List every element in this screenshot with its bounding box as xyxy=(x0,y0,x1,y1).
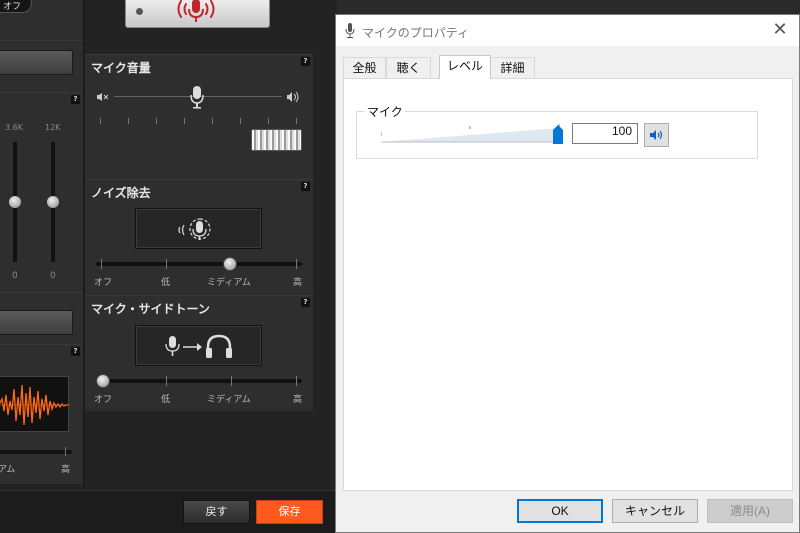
meter-tick xyxy=(184,118,185,124)
noise-reduction-thumb[interactable] xyxy=(223,257,237,271)
meter-tick xyxy=(156,118,157,124)
waveform-slider-track[interactable] xyxy=(0,450,72,454)
meter-tick xyxy=(296,118,297,124)
mic-volume-title: マイク音量 xyxy=(91,61,151,75)
noise-level-label: 低 xyxy=(161,278,171,288)
indicator-dot xyxy=(136,8,143,15)
off-toggle-label: オフ xyxy=(3,2,22,12)
help-icon[interactable]: ? xyxy=(71,347,80,356)
sidetone-level-label: 高 xyxy=(293,395,303,405)
mic-broadcast-icon xyxy=(177,0,215,22)
left-mid-button[interactable] xyxy=(0,310,73,335)
tab-general[interactable]: 全般 xyxy=(343,57,386,78)
mute-toggle-button[interactable] xyxy=(644,123,669,147)
left-top-button[interactable] xyxy=(0,50,73,75)
mic-icon xyxy=(190,86,204,109)
save-button[interactable]: 保存 xyxy=(256,500,323,524)
slider-tick xyxy=(101,259,102,269)
levels-tab-content: マイク 100 xyxy=(343,78,793,491)
waveform-graphic xyxy=(0,384,70,426)
speaker-loud-icon xyxy=(287,91,299,103)
dialog-title: マイクのプロパティ xyxy=(362,26,470,40)
apply-button[interactable]: 適用(A) xyxy=(707,499,793,523)
sidetone-track[interactable] xyxy=(96,379,302,383)
tab-levels[interactable]: レベル xyxy=(439,55,491,79)
eq-freq-label: 3.6K xyxy=(5,123,23,132)
noise-reduction-title: ノイズ除去 xyxy=(91,186,151,200)
cancel-button[interactable]: キャンセル xyxy=(612,499,698,523)
noise-reduction-track[interactable] xyxy=(96,262,302,266)
noise-level-label: ミディアム xyxy=(207,278,251,288)
mic-level-slider[interactable] xyxy=(381,124,567,146)
eq-value-label: 0 xyxy=(50,271,56,281)
mic-level-label: マイク xyxy=(365,103,405,120)
ok-button[interactable]: OK xyxy=(517,499,603,523)
mic-mute-button[interactable] xyxy=(125,0,270,28)
noise-level-label: 高 xyxy=(293,278,303,288)
tab-listen[interactable]: 聴く xyxy=(386,57,431,78)
waveform-level-label: アム xyxy=(0,465,16,475)
mic-volume-fill xyxy=(96,138,251,142)
sidetone-level-label: ミディアム xyxy=(207,395,251,405)
tab-advanced[interactable]: 詳細 xyxy=(490,57,535,78)
meter-tick xyxy=(100,118,101,124)
slider-tick xyxy=(166,376,167,386)
sidetone-thumb[interactable] xyxy=(96,374,110,388)
slider-tick xyxy=(296,376,297,386)
sidetone-box xyxy=(135,325,262,366)
eq-freq-label: 12K xyxy=(45,123,61,132)
meter-tick xyxy=(128,118,129,124)
speaker-icon xyxy=(650,130,663,140)
help-icon[interactable]: ? xyxy=(301,182,310,191)
help-icon[interactable]: ? xyxy=(301,298,310,307)
eq-value-label: 0 xyxy=(12,271,18,281)
mic-to-headphones-icon xyxy=(165,334,232,358)
slider-tick xyxy=(65,447,66,456)
meter-tick xyxy=(268,118,269,124)
mic-level-group: マイク 100 xyxy=(356,103,758,159)
waveform-level-label: 高 xyxy=(61,465,71,475)
mic-volume-thumb[interactable] xyxy=(251,129,302,151)
mic-properties-dialog: マイクのプロパティ ✕ 全般 聴く レベル 詳細 マイク 100 OK キャンセ… xyxy=(335,14,800,533)
sidetone-level-label: 低 xyxy=(161,395,171,405)
microphone-icon xyxy=(345,23,355,38)
mic-volume-panel: マイク音量 ? xyxy=(85,54,313,179)
noise-reduction-box xyxy=(135,208,262,249)
mic-level-input[interactable]: 100 xyxy=(572,123,638,144)
eq-slider-thumb[interactable] xyxy=(47,196,59,208)
help-icon[interactable]: ? xyxy=(71,95,80,104)
sidetone-level-label: オフ xyxy=(94,395,113,405)
speaker-mute-icon xyxy=(97,93,109,101)
slider-tick xyxy=(231,376,232,386)
meter-tick xyxy=(240,118,241,124)
off-toggle[interactable]: オフ xyxy=(0,0,32,13)
waveform-display xyxy=(0,376,70,432)
help-icon[interactable]: ? xyxy=(301,57,310,66)
slider-tick xyxy=(296,259,297,269)
audio-control-app: オフ ? 3.6K 12K 0 0 ? アム 高 マイク音量 ? ノイズ除去 ?… xyxy=(0,0,337,533)
eq-slider-thumb[interactable] xyxy=(9,196,21,208)
close-icon[interactable]: ✕ xyxy=(771,21,789,39)
sidetone-title: マイク・サイドトーン xyxy=(91,302,210,316)
noise-reduction-icon xyxy=(178,218,211,240)
noise-level-label: オフ xyxy=(94,278,113,288)
meter-tick xyxy=(212,118,213,124)
title-bar: マイクのプロパティ ✕ xyxy=(336,15,799,46)
slider-tick xyxy=(166,259,167,269)
revert-button[interactable]: 戻す xyxy=(183,500,250,524)
